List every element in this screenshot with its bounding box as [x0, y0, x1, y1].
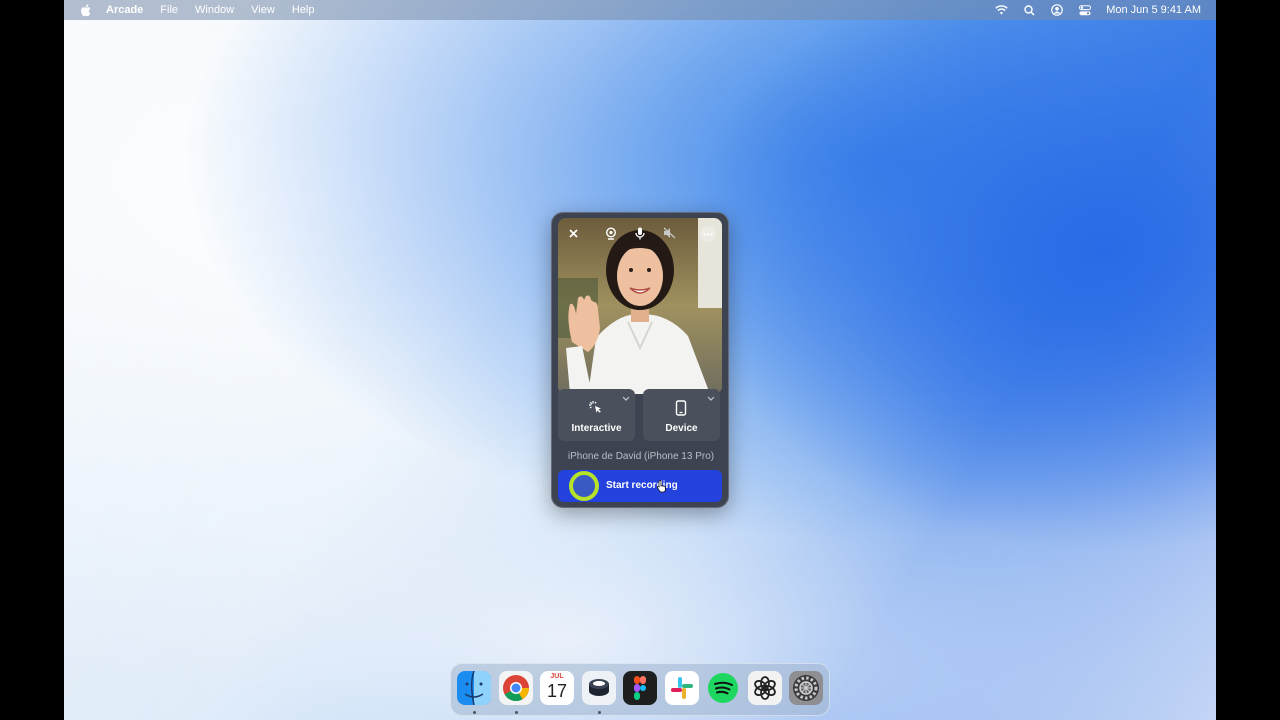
start-recording-button[interactable]: Start recording: [558, 470, 722, 502]
menu-view[interactable]: View: [251, 4, 275, 16]
menu-window[interactable]: Window: [195, 4, 234, 16]
apple-icon[interactable]: [80, 3, 92, 17]
speaker-muted-icon[interactable]: [662, 226, 676, 240]
menu-help[interactable]: Help: [292, 4, 315, 16]
chevron-down-icon[interactable]: [622, 394, 630, 402]
mode-interactive-label: Interactive: [571, 423, 622, 434]
dock-chrome-icon[interactable]: [499, 671, 533, 705]
menu-app-name[interactable]: Arcade: [106, 4, 143, 16]
spotlight-search-icon[interactable]: [1022, 3, 1036, 17]
recording-mode-selector: Interactive Device: [558, 389, 722, 441]
menu-clock[interactable]: Mon Jun 5 9:41 AM: [1106, 4, 1201, 16]
dock-arcade-icon[interactable]: [582, 671, 616, 705]
selected-device-name: iPhone de David (iPhone 13 Pro): [567, 451, 715, 462]
mode-device-button[interactable]: Device: [643, 389, 720, 441]
arcade-recorder-panel: Interactive Device iPhone de David (iPho…: [551, 212, 729, 508]
wifi-icon[interactable]: [994, 3, 1008, 17]
dock-calendar-icon[interactable]: JUL 17: [540, 671, 574, 705]
dock-finder-icon[interactable]: [457, 671, 491, 705]
control-center-icon[interactable]: [1078, 3, 1092, 17]
close-icon[interactable]: [566, 226, 580, 240]
dock-spotify-icon[interactable]: [706, 671, 740, 705]
pointer-hand-cursor-icon: [656, 480, 666, 493]
dock-system-settings-icon[interactable]: [789, 671, 823, 705]
record-ring-icon: [569, 471, 599, 501]
cursor-click-icon: [588, 400, 604, 416]
running-indicator: [515, 711, 518, 714]
chevron-down-icon[interactable]: [707, 394, 715, 402]
running-indicator: [473, 711, 476, 714]
webcam-person-image: [558, 218, 722, 394]
phone-icon: [673, 400, 689, 416]
dock-slack-icon[interactable]: [665, 671, 699, 705]
calendar-month: JUL: [550, 673, 564, 680]
dock-chatgpt-icon[interactable]: [748, 671, 782, 705]
microphone-icon[interactable]: [633, 226, 647, 240]
user-account-icon[interactable]: [1050, 3, 1064, 17]
calendar-day: 17: [546, 681, 568, 701]
desktop: Arcade File Window View Help Mon Jun 5 9…: [64, 0, 1216, 720]
dock: JUL 17: [450, 663, 830, 716]
mode-interactive-button[interactable]: Interactive: [558, 389, 635, 441]
more-options-icon[interactable]: [700, 226, 716, 242]
menu-file[interactable]: File: [160, 4, 178, 16]
dock-figma-icon[interactable]: [623, 671, 657, 705]
camera-preview: [558, 218, 722, 394]
running-indicator: [598, 711, 601, 714]
menu-bar: Arcade File Window View Help Mon Jun 5 9…: [64, 0, 1216, 20]
status-area: Mon Jun 5 9:41 AM: [980, 3, 1201, 17]
camera-toggle-icon[interactable]: [604, 226, 618, 240]
mode-device-label: Device: [665, 423, 698, 434]
